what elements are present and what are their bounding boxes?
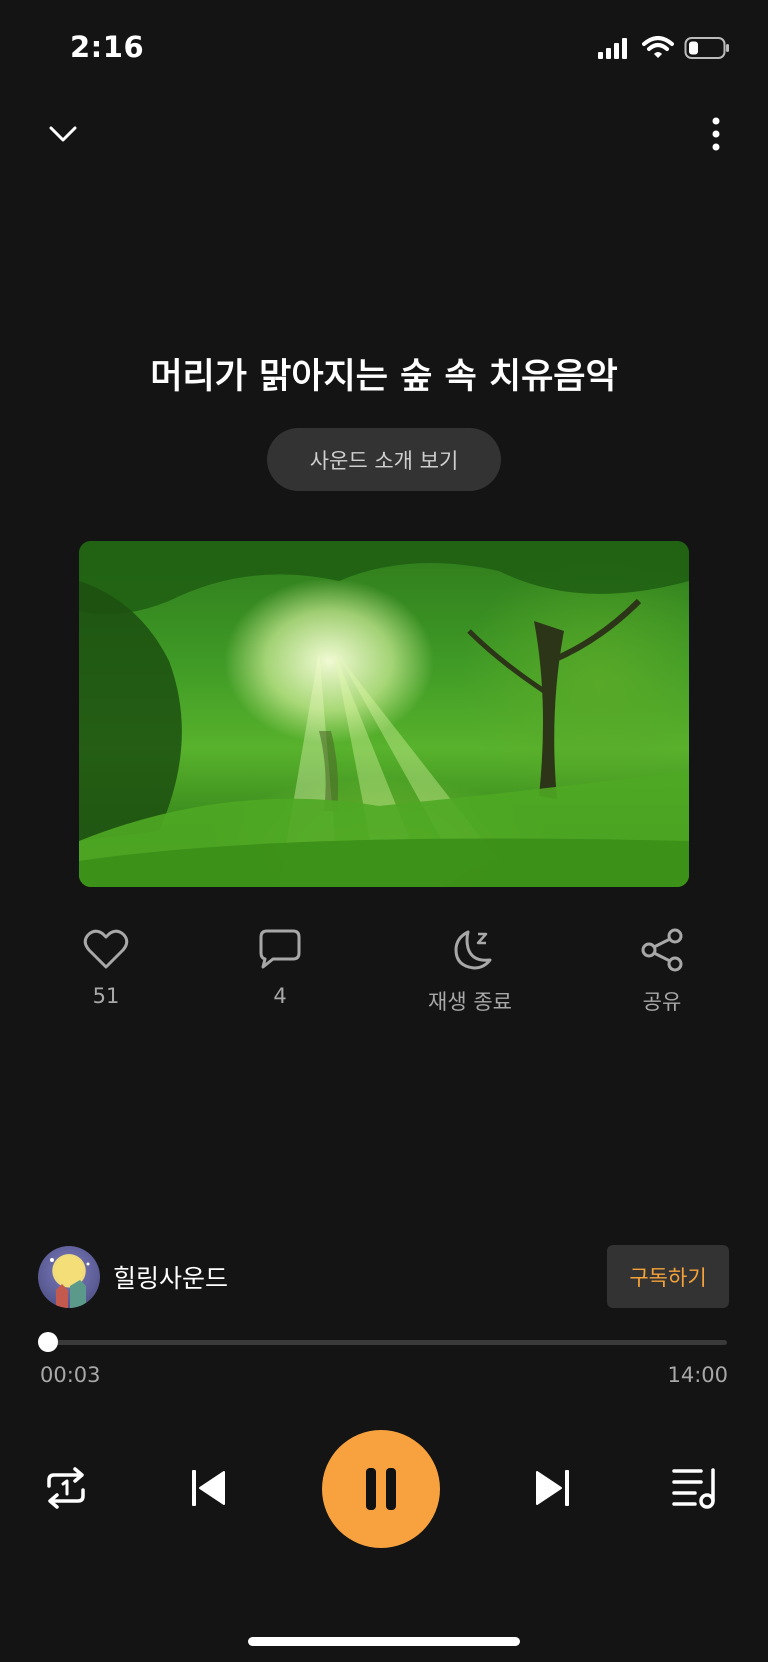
skip-previous-icon [192,1470,225,1506]
share-button[interactable]: 공유 [592,928,732,1016]
next-button[interactable] [523,1458,583,1518]
track-title: 머리가 맑아지는 숲 속 치유음악 [150,357,618,397]
wifi-icon [642,36,674,58]
signal-icon [598,38,627,59]
sound-intro-button[interactable]: 사운드 소개 보기 [267,428,501,491]
share-label: 공유 [642,990,682,1014]
repeat-button[interactable] [36,1458,96,1518]
like-button[interactable]: 51 [36,928,176,1008]
comment-count: 4 [273,984,287,1008]
battery-icon [684,37,729,59]
total-time: 14:00 [667,1363,728,1387]
status-icons [598,36,730,60]
pause-icon [366,1468,396,1510]
repeat-one-icon [47,1467,85,1509]
heart-icon [83,929,129,969]
playlist-icon [672,1468,715,1509]
like-count: 51 [92,984,120,1008]
forest-illustration [79,541,689,887]
album-artwork [79,541,689,887]
subscribe-button[interactable]: 구독하기 [607,1245,729,1308]
status-time: 2:16 [70,30,145,64]
avatar-illustration [50,1256,90,1308]
share-icon [641,928,683,972]
progress-track[interactable] [45,1340,727,1345]
chevron-down-icon [49,126,77,142]
moon-sleep-icon [454,930,492,970]
playlist-button[interactable] [666,1458,726,1518]
sleep-timer-label: 재생 종료 [428,990,512,1014]
home-indicator [248,1637,520,1646]
more-options-button[interactable] [688,106,744,162]
more-vertical-icon [712,117,720,151]
channel-avatar[interactable] [38,1246,100,1308]
sleep-timer-button[interactable]: 재생 종료 [400,928,540,1016]
previous-button[interactable] [178,1458,238,1518]
channel-name[interactable]: 힐링사운드 [113,1259,228,1295]
progress-thumb[interactable] [38,1332,58,1352]
comment-icon [259,929,301,969]
pause-button[interactable] [322,1430,440,1548]
skip-next-icon [536,1470,569,1506]
comment-button[interactable]: 4 [210,928,350,1008]
collapse-player-button[interactable] [35,106,91,162]
current-time: 00:03 [40,1363,101,1387]
